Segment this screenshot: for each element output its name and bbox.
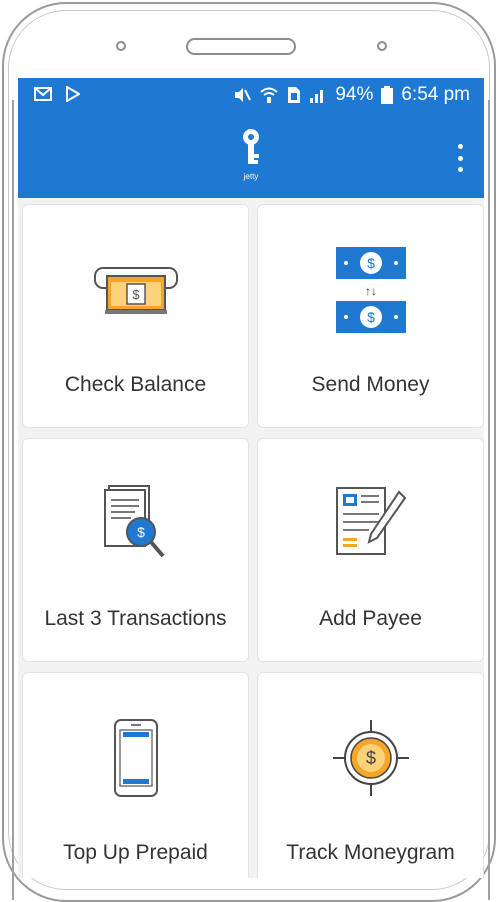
phone-topup-icon	[113, 719, 158, 797]
mute-icon	[235, 88, 252, 102]
app-logo: jetty	[236, 128, 266, 188]
status-bar: 94% 6:54 pm	[18, 78, 484, 118]
phone-screen: 94% 6:54 pm jetty $ Check Balance $ ↑↓ $…	[18, 78, 484, 878]
tile-label: Send Money	[311, 373, 430, 396]
phone-edge-right	[488, 100, 490, 900]
tile-last-transactions[interactable]: $ Last 3 Transactions	[22, 438, 249, 662]
tile-label: Top Up Prepaid	[63, 841, 208, 864]
feature-grid: $ Check Balance $ ↑↓ $ Send Money $ Last…	[22, 204, 484, 878]
battery-icon	[381, 86, 394, 104]
sensor-icon	[377, 41, 387, 51]
app-logo-text: jetty	[243, 172, 259, 181]
phone-edge-left	[12, 100, 14, 900]
play-store-icon	[66, 86, 80, 102]
send-money-icon: $ ↑↓ $	[335, 247, 406, 333]
signal-icon	[310, 90, 324, 103]
clock-time: 6:54 pm	[401, 84, 470, 105]
tile-top-up-prepaid[interactable]: Top Up Prepaid	[22, 672, 249, 878]
tile-label: Track Moneygram	[286, 841, 455, 864]
sim-icon	[288, 87, 301, 103]
svg-text:$: $	[367, 255, 375, 271]
mail-icon	[34, 87, 52, 101]
tile-label: Add Payee	[319, 607, 422, 630]
battery-percent: 94%	[335, 84, 374, 105]
track-target-icon: $	[332, 720, 409, 796]
tile-label: Check Balance	[64, 373, 207, 396]
tile-send-money[interactable]: $ ↑↓ $ Send Money	[257, 204, 484, 428]
camera-icon	[116, 41, 126, 51]
key-logo-icon	[243, 129, 259, 164]
tile-track-moneygram[interactable]: $ Track Moneygram	[257, 672, 484, 878]
tile-add-payee[interactable]: Add Payee	[257, 438, 484, 662]
transactions-icon: $	[103, 485, 165, 558]
speaker-grille	[186, 38, 296, 55]
svg-text:$: $	[365, 748, 375, 768]
more-vert-icon[interactable]	[456, 144, 464, 172]
svg-text:$: $	[132, 287, 140, 302]
wifi-icon	[260, 87, 278, 103]
check-balance-icon: $	[93, 267, 178, 314]
tile-label: Last 3 Transactions	[44, 607, 227, 630]
svg-text:$: $	[367, 309, 375, 325]
svg-text:↑↓: ↑↓	[365, 284, 377, 298]
svg-text:$: $	[137, 524, 145, 540]
add-payee-icon	[335, 487, 406, 555]
tile-check-balance[interactable]: $ Check Balance	[22, 204, 249, 428]
app-bar: 94% 6:54 pm jetty	[18, 78, 484, 198]
